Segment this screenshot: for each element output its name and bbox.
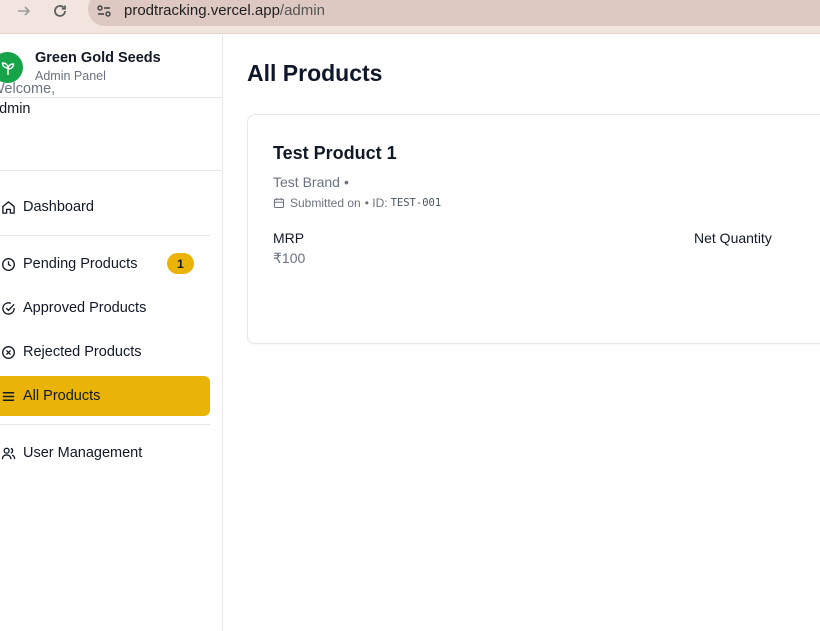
pending-count-badge: 1 [167,253,194,274]
url-host: prodtracking.vercel.app [124,2,280,19]
url-path: /admin [279,2,325,19]
sidebar-item-dashboard[interactable]: Dashboard [0,187,210,227]
x-circle-icon [0,342,18,362]
sidebar-divider [0,424,210,425]
sidebar-item-user-management[interactable]: User Management [0,433,210,473]
sidebar-item-pending-products[interactable]: Pending Products 1 [0,244,210,284]
product-meta: Submitted on • ID: TEST-001 [273,196,441,210]
home-icon [0,197,18,217]
sprout-icon [0,52,23,83]
site-info-icon[interactable] [94,1,114,21]
product-brand-text: Test Brand [273,174,340,190]
users-icon [0,443,18,463]
sidebar-item-approved-products[interactable]: Approved Products [0,288,210,328]
sidebar-item-label: Dashboard [23,199,94,215]
product-card[interactable]: Test Product 1 Test Brand • Submitted on … [247,114,820,344]
id-prefix: • ID: [364,196,388,210]
calendar-icon [273,197,286,210]
brand-name: Green Gold Seeds [35,50,161,66]
sidebar-item-label: All Products [23,388,101,404]
reload-icon[interactable] [48,0,72,22]
check-circle-icon [0,298,18,318]
list-icon [0,386,18,406]
product-id: TEST-001 [390,197,442,209]
sidebar-item-label: User Management [23,445,143,461]
mrp-value: ₹100 [273,250,306,266]
welcome-section [0,98,222,171]
sidebar-item-label: Approved Products [23,300,147,316]
sidebar-item-all-products[interactable]: All Products [0,376,210,416]
clock-icon [0,254,18,274]
sidebar-item-label: Rejected Products [23,344,142,360]
page-title: All Products [247,60,383,86]
welcome-username: admin [0,101,31,117]
net-quantity-label: Net Quantity [694,230,772,246]
sidebar-item-rejected-products[interactable]: Rejected Products [0,332,210,372]
product-brand: Test Brand • [273,174,349,190]
welcome-text: Welcome, [0,81,56,97]
url-text[interactable]: prodtracking.vercel.app/admin [124,2,325,20]
browser-toolbar: prodtracking.vercel.app/admin [0,0,820,34]
brand-separator: • [343,174,349,190]
forward-icon[interactable] [12,0,36,22]
sidebar-item-label: Pending Products [23,256,138,272]
mrp-label: MRP [273,230,305,246]
product-name: Test Product 1 [273,143,397,163]
submitted-on-text: Submitted on [290,196,361,210]
sidebar-divider [0,235,210,236]
